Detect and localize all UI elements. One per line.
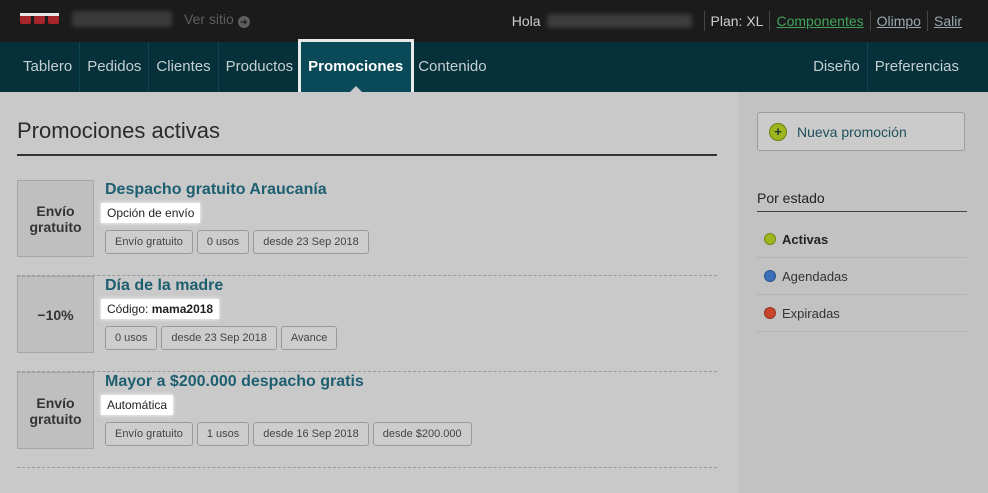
promo-tag: desde 16 Sep 2018 [253, 422, 369, 446]
status-filter-heading: Por estado [757, 190, 825, 206]
promo-title-link[interactable]: Mayor a $200.000 despacho gratis [105, 373, 364, 391]
main-nav: Tablero Pedidos Clientes Productos Promo… [0, 42, 988, 93]
promo-badge-line: Envío [36, 202, 75, 219]
promo-title-link[interactable]: Despacho gratuito Araucanía [105, 181, 327, 199]
status-filter-divider [757, 211, 967, 212]
promo-type: Código: mama2018 [101, 299, 220, 319]
promo-badge[interactable]: Envío gratuito [17, 180, 94, 257]
store-name [72, 11, 172, 27]
status-filter-agendadas[interactable]: Agendadas [757, 258, 967, 295]
nav-item-pedidos[interactable]: Pedidos [80, 42, 150, 92]
arrow-right-icon: ➜ [237, 16, 250, 28]
nav-item-clientes[interactable]: Clientes [149, 42, 219, 92]
nav-item-preferencias[interactable]: Preferencias [868, 42, 966, 92]
red-dot-icon [764, 307, 776, 319]
new-promotion-label: Nueva promoción [797, 123, 907, 140]
olimpo-link[interactable]: Olimpo [877, 13, 921, 29]
promo-type-label: Opción de envío [107, 206, 195, 220]
top-bar: Ver sitio ➜ Hola Plan: XL Componentes Oli… [0, 0, 988, 42]
promo-item: Envío gratuito Mayor a $200.000 despacho … [17, 372, 717, 468]
promo-tag: Envío gratuito [105, 230, 193, 254]
promo-item: Envío gratuito Despacho gratuito Araucaní… [17, 180, 717, 276]
promo-tags: Envío gratuito 0 usos desde 23 Sep 2018 [105, 230, 373, 254]
page-title: Promociones activas [17, 118, 220, 143]
sidebar: + Nueva promoción Por estado Activas Age… [738, 92, 988, 493]
promo-badge[interactable]: −10% [17, 276, 94, 353]
promo-title-link[interactable]: Día de la madre [105, 277, 223, 295]
status-filter-expiradas[interactable]: Expiradas [757, 295, 967, 332]
greeting: Hola [511, 13, 541, 29]
store-logo-icon[interactable] [20, 12, 60, 26]
user-name [546, 14, 692, 28]
promo-type: Automática [101, 395, 174, 415]
view-site-link[interactable]: Ver sitio ➜ [184, 11, 250, 28]
view-site-label: Ver sitio [184, 11, 234, 27]
logout-link[interactable]: Salir [934, 13, 962, 29]
status-filter-list: Activas Agendadas Expiradas [757, 221, 967, 332]
promo-type-label: Código: [107, 302, 152, 316]
nav-item-promociones[interactable]: Promociones [301, 42, 412, 93]
promo-badge[interactable]: Envío gratuito [17, 372, 94, 449]
divider [926, 11, 928, 31]
title-divider [17, 154, 717, 156]
account-area: Hola Plan: XL Componentes Olimpo Salir [512, 11, 962, 31]
promo-type: Opción de envío [101, 203, 201, 223]
status-filter-activas[interactable]: Activas [757, 221, 967, 258]
status-label: Activas [782, 231, 829, 247]
promo-item: −10% Día de la madre Código: mama2018 0 … [17, 276, 717, 372]
status-label: Agendadas [782, 268, 848, 284]
promo-tag: desde 23 Sep 2018 [253, 230, 369, 254]
divider [769, 11, 771, 31]
promo-badge-line: Envío [36, 394, 75, 411]
promo-tags: 0 usos desde 23 Sep 2018 Avance [105, 326, 341, 350]
promo-tag: 0 usos [105, 326, 158, 350]
divider [869, 11, 871, 31]
promo-tag: Envío gratuito [105, 422, 193, 446]
promo-tag: Avance [280, 326, 338, 350]
promo-tag: 1 usos [196, 422, 250, 446]
blue-dot-icon [764, 270, 776, 282]
promo-badge-line: −10% [37, 306, 74, 323]
nav-item-productos[interactable]: Productos [219, 42, 302, 92]
divider [703, 11, 705, 31]
promo-tags: Envío gratuito 1 usos desde 16 Sep 2018 … [105, 422, 476, 446]
status-label: Expiradas [782, 305, 840, 321]
promo-badge-line: gratuito [29, 218, 82, 235]
components-link[interactable]: Componentes [776, 13, 863, 29]
promo-tag: desde $200.000 [372, 422, 472, 446]
green-dot-icon [764, 233, 776, 245]
promo-tag: desde 23 Sep 2018 [161, 326, 277, 350]
new-promotion-button[interactable]: + Nueva promoción [757, 112, 965, 151]
promo-code: mama2018 [151, 302, 214, 316]
nav-item-diseno[interactable]: Diseño [806, 42, 868, 92]
promo-badge-line: gratuito [29, 410, 82, 427]
nav-right: Diseño Preferencias [806, 42, 966, 92]
plus-icon: + [769, 122, 787, 141]
nav-item-tablero[interactable]: Tablero [16, 42, 81, 92]
promo-type-label: Automática [107, 398, 168, 412]
promo-tag: 0 usos [196, 230, 250, 254]
main-content: Promociones activas Envío gratuito Despac… [0, 92, 738, 493]
nav-item-contenido[interactable]: Contenido [411, 42, 493, 92]
plan-label: Plan: XL [710, 13, 764, 29]
nav-left: Tablero Pedidos Clientes Productos Promo… [16, 42, 494, 93]
